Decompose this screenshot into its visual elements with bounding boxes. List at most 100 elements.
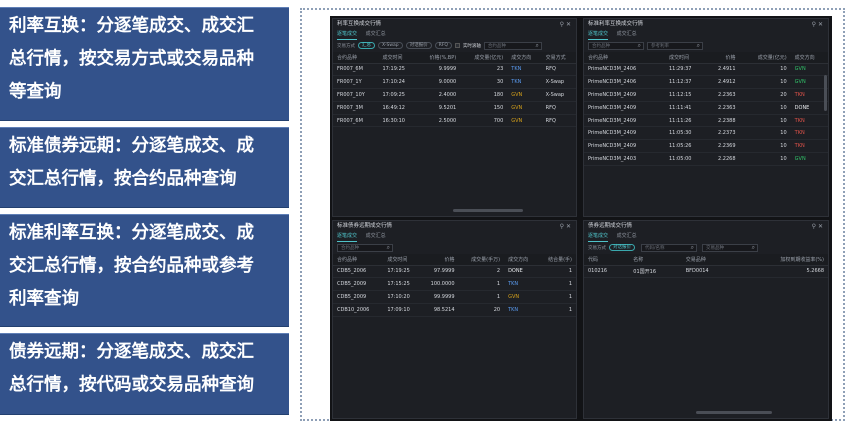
table-cell: 5.2668 xyxy=(734,265,828,279)
tab-summary[interactable]: 成交汇总 xyxy=(617,232,637,241)
table-cell: 20 xyxy=(458,303,505,317)
tab-trade-by-trade[interactable]: 逐笔成交 xyxy=(337,30,358,40)
column-header[interactable]: 交易方式 xyxy=(541,52,576,64)
table-cell: 2.4000 xyxy=(416,88,461,102)
table-row[interactable]: FR007_6M 17:19:25 9.9999 23 TKN RFQ xyxy=(333,63,576,77)
horizontal-scrollbar[interactable] xyxy=(696,411,772,414)
table-row[interactable]: FR007_10Y 17:09:25 2.4000 180 GVN X-Swap xyxy=(333,88,576,102)
column-header[interactable]: 代码 xyxy=(584,254,630,266)
table-row[interactable]: CDB5_2009 17:15:25 100.0000 1 TKN 1 xyxy=(333,277,576,292)
panel-tabs: 逐笔成交 成交汇总 xyxy=(584,30,828,40)
table-row[interactable]: FR007_3M 16:49:12 9.5201 150 GVN RFQ xyxy=(333,101,576,115)
chip-xswap[interactable]: X-Swap xyxy=(378,42,403,49)
column-header[interactable]: 成交时间 xyxy=(665,52,707,64)
column-header[interactable]: 价格 xyxy=(706,52,740,64)
column-header[interactable]: 成交时间 xyxy=(383,254,420,266)
table-cell: 2.2363 xyxy=(706,101,740,115)
close-icon[interactable]: ✕ xyxy=(566,223,573,230)
realtime-checkbox[interactable] xyxy=(454,43,460,48)
column-header[interactable]: 合约品种 xyxy=(333,52,379,64)
tab-summary[interactable]: 成交汇总 xyxy=(366,30,386,39)
table-row[interactable]: FR007_6M 16:30:10 2.5000 700 GVN RFQ xyxy=(333,114,576,128)
horizontal-scrollbar[interactable] xyxy=(453,209,523,212)
feature-card-line: 交汇总行情，按合约品种或参考 xyxy=(9,256,254,276)
close-icon[interactable]: ✕ xyxy=(818,223,825,230)
column-header[interactable]: 价格 xyxy=(419,254,459,266)
tab-trade-by-trade[interactable]: 逐笔成交 xyxy=(337,232,358,242)
vertical-scrollbar[interactable] xyxy=(824,75,827,111)
table-row[interactable]: PrimeNCD3M_2409 11:11:41 2.2363 10 DONE xyxy=(584,101,828,115)
table-cell: GVN xyxy=(790,152,828,166)
panel-tools: ⚲✕ xyxy=(812,221,825,232)
table-header-row: 合约品种 成交时间 价格(%,BP) 成交量(亿元) 成交方向 交易方式 xyxy=(333,52,576,64)
chip-dialogue-quote[interactable]: 对话报价 xyxy=(405,42,432,49)
table-cell: 1 xyxy=(537,265,576,279)
table-cell: CDB10_2006 xyxy=(333,303,384,317)
chip-rfq[interactable]: RFQ xyxy=(434,42,452,49)
close-icon[interactable]: ✕ xyxy=(818,21,825,28)
column-header[interactable]: 成交方向 xyxy=(504,254,538,266)
table-row[interactable]: PrimeNCD3M_2409 11:05:26 2.2369 10 TKN xyxy=(584,139,828,154)
close-icon[interactable]: ✕ xyxy=(566,21,573,28)
table-cell: 17:19:25 xyxy=(383,265,420,279)
feature-card-line: 总行情，按代码或交易品种查询 xyxy=(9,375,254,395)
column-header[interactable]: 成交方向 xyxy=(507,52,542,64)
product-search-input[interactable]: 交易品种 ⌕ xyxy=(702,243,758,252)
tab-summary[interactable]: 成交汇总 xyxy=(617,30,637,39)
column-header[interactable]: 成交量(亿元) xyxy=(739,52,791,64)
column-header[interactable]: 成交量(手万) xyxy=(458,254,505,266)
feature-card-line: 交汇总行情，按合约品种查询 xyxy=(9,169,237,189)
column-header[interactable]: 加权到期收益率(%) xyxy=(734,254,828,266)
table-cell: 10 xyxy=(739,101,791,115)
column-header[interactable]: 合约品种 xyxy=(584,52,665,64)
table-row[interactable]: CDB5_2009 17:10:20 99.9999 1 GVN 1 xyxy=(333,290,576,304)
chip-summary[interactable]: 汇总 xyxy=(358,42,375,49)
tab-trade-by-trade[interactable]: 逐笔成交 xyxy=(588,30,609,40)
search-input[interactable]: 合约品种 ⌕ xyxy=(483,41,542,50)
column-header[interactable]: 成交量(亿元) xyxy=(460,52,508,64)
table-cell: 2.2388 xyxy=(706,114,740,128)
trades-table: 代码 名称 交易品种 加权到期收益率(%) 010216 01国开16 BFD001… xyxy=(584,254,828,279)
panel-title: 利率互换成交行情 ⚲✕ xyxy=(333,19,576,30)
table-cell: 16:30:10 xyxy=(378,114,417,128)
table-cell: 010216 xyxy=(584,265,630,279)
table-cell: PrimeNCD3M_2409 xyxy=(584,101,665,115)
search-icon: ⌕ xyxy=(637,41,641,49)
feature-card-line: 债券远期：分逐笔成交、成交汇 xyxy=(9,342,254,362)
table-row[interactable]: PrimeNCD3M_2409 11:11:26 2.2388 10 TKN xyxy=(584,114,828,128)
table-row[interactable]: FR007_1Y 17:10:24 9.0000 30 TKN X-Swap xyxy=(333,75,576,90)
column-header[interactable]: 名称 xyxy=(629,254,682,266)
table-row[interactable]: CDB5_2006 17:19:25 97.9999 2 DONE 1 xyxy=(333,265,576,279)
contract-search-input[interactable]: 合约品种 ⌕ xyxy=(588,41,644,50)
table-cell: 100.0000 xyxy=(419,277,459,292)
column-header[interactable]: 成交方向 xyxy=(790,52,828,64)
contract-search-input[interactable]: 合约品种 ⌕ xyxy=(337,243,393,252)
code-search-input[interactable]: 代码/名称 ⌕ xyxy=(641,243,697,252)
table-row[interactable]: PrimeNCD3M_2409 11:05:30 2.2373 10 TKN xyxy=(584,126,828,141)
table-row[interactable]: PrimeNCD3M_2406 11:29:37 2.4911 10 GVN xyxy=(584,63,828,77)
reference-rate-search-input[interactable]: 参考利率 ⌕ xyxy=(647,41,703,50)
table-cell: 11:12:15 xyxy=(665,88,707,102)
column-header[interactable]: 成交时间 xyxy=(378,52,417,64)
table-row[interactable]: PrimeNCD3M_2406 11:12:37 2.4912 10 GVN xyxy=(584,75,828,90)
column-header[interactable]: 结合量(手) xyxy=(537,254,576,266)
table-row[interactable]: CDB10_2006 17:09:10 98.5214 20 TKN 1 xyxy=(333,303,576,317)
table-cell: 30 xyxy=(460,75,508,90)
table-cell: X-Swap xyxy=(541,75,576,90)
column-header[interactable]: 合约品种 xyxy=(333,254,384,266)
table-cell: GVN xyxy=(790,63,828,77)
table-cell: FR007_6M xyxy=(333,114,379,128)
table-row[interactable]: 010216 01国开16 BFD0014 5.2668 xyxy=(584,265,828,279)
table-cell: PrimeNCD3M_2409 xyxy=(584,88,665,102)
table-cell: 10 xyxy=(739,63,791,77)
table-row[interactable]: PrimeNCD3M_2409 11:12:15 2.2363 20 TKN xyxy=(584,88,828,102)
table-row[interactable]: PrimeNCD3M_2403 11:05:00 2.2268 10 GVN xyxy=(584,152,828,166)
chip-dialogue-quote[interactable]: 对话报价 xyxy=(609,244,635,251)
table-cell: TKN xyxy=(504,303,538,317)
search-icon: ⌕ xyxy=(696,41,700,49)
tab-trade-by-trade[interactable]: 逐笔成交 xyxy=(588,232,609,242)
table-cell: 10 xyxy=(739,126,791,141)
column-header[interactable]: 价格(%,BP) xyxy=(416,52,461,64)
tab-summary[interactable]: 成交汇总 xyxy=(366,232,386,241)
column-header[interactable]: 交易品种 xyxy=(681,254,735,266)
